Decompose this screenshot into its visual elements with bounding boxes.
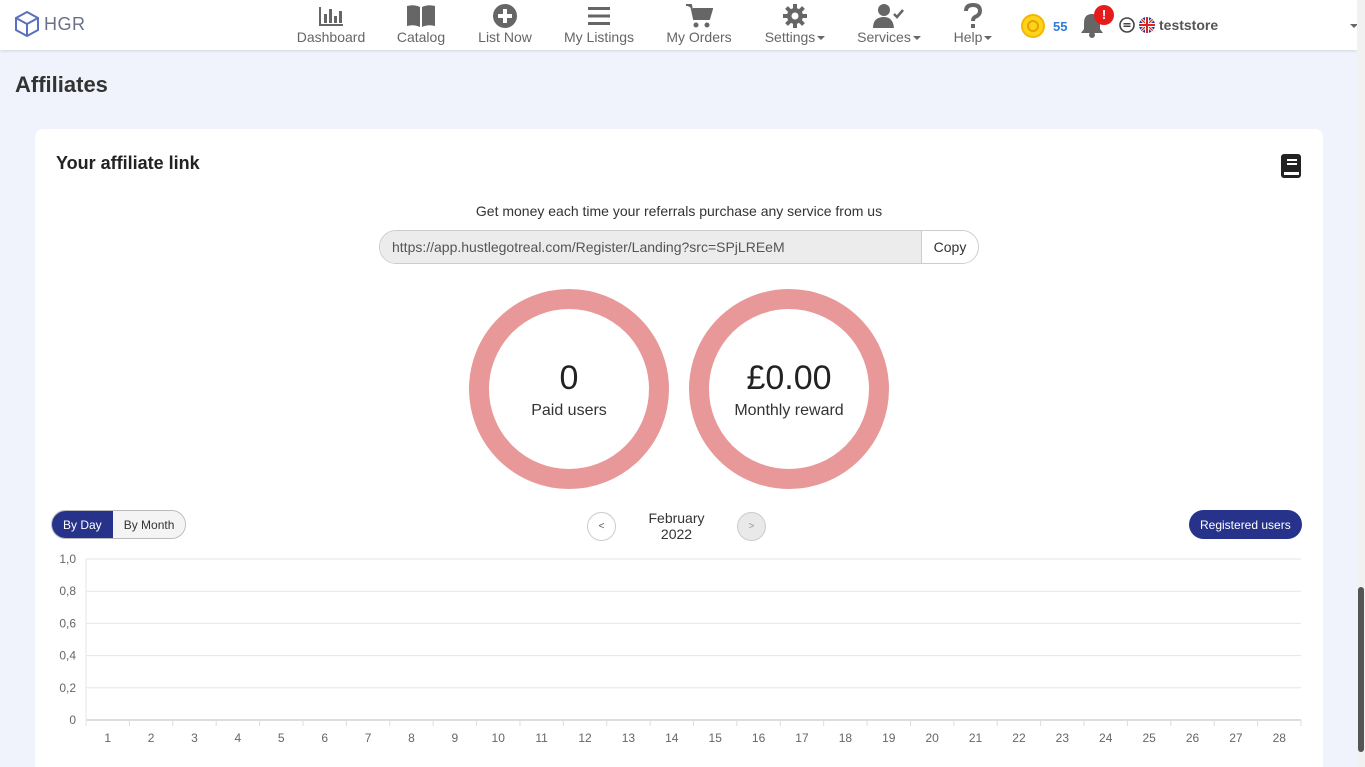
user-menu[interactable]: teststore	[1119, 17, 1218, 33]
y-tick-label: 0	[69, 713, 76, 727]
nav-list-now[interactable]: List Now	[476, 2, 534, 48]
x-tick-label: 20	[925, 731, 939, 745]
top-navbar: HGR Dashboard Catalog List Now My Listin…	[0, 0, 1358, 50]
nav-label: Dashboard	[296, 29, 366, 45]
period-toggle: By Day By Month	[51, 510, 187, 539]
x-tick-label: 18	[839, 731, 853, 745]
x-tick-label: 26	[1186, 731, 1200, 745]
x-tick-label: 2	[148, 731, 155, 745]
caret-down-icon	[984, 36, 993, 41]
card-title: Your affiliate link	[56, 153, 200, 173]
plus-circle-icon	[493, 3, 517, 28]
affiliate-tagline: Get money each time your referrals purch…	[475, 203, 883, 219]
x-tick-label: 12	[578, 731, 592, 745]
cart-icon	[686, 3, 713, 27]
x-tick-label: 8	[408, 731, 415, 745]
nav-catalog[interactable]: Catalog	[396, 2, 446, 48]
nav-label: List Now	[478, 29, 532, 45]
nav-my-orders[interactable]: My Orders	[664, 2, 734, 48]
affiliate-card: Your affiliate link Get money each time …	[35, 129, 1323, 767]
nav-label: Settings	[765, 29, 826, 45]
x-tick-label: 19	[882, 731, 896, 745]
y-tick-label: 0,8	[59, 584, 76, 598]
x-tick-label: 27	[1229, 731, 1243, 745]
x-tick-label: 1	[104, 731, 111, 745]
x-tick-label: 24	[1099, 731, 1113, 745]
affiliate-link-group: Copy	[379, 230, 979, 264]
x-tick-label: 25	[1142, 731, 1156, 745]
monthly-reward-value: £0.00	[746, 359, 832, 397]
nav-my-listings[interactable]: My Listings	[563, 2, 635, 48]
nav-label: Catalog	[396, 29, 446, 45]
x-tick-label: 23	[1056, 731, 1070, 745]
registrations-chart: 00,20,40,60,81,01 2 3 4 5 6 7 8 9 10 11 12 13 14 15 16 1…	[59, 552, 1302, 745]
x-tick-label: 10	[492, 731, 506, 745]
uk-flag-icon	[1139, 17, 1155, 33]
x-tick-label: 4	[235, 731, 242, 745]
month-label: February 2022	[648, 510, 705, 542]
nav-label: My Orders	[666, 29, 732, 45]
paid-users-ring: 0 Paid users	[469, 289, 669, 489]
paid-users-label: Paid users	[531, 402, 607, 419]
coin-balance[interactable]: 55	[1021, 14, 1067, 38]
question-icon	[964, 2, 983, 28]
month-navigator: < February 2022 >	[587, 510, 766, 542]
y-tick-label: 0,4	[59, 649, 76, 663]
nav-settings[interactable]: Settings	[763, 2, 827, 48]
x-tick-label: 17	[795, 731, 809, 745]
user-check-icon	[873, 3, 904, 28]
y-tick-label: 0,2	[59, 681, 76, 695]
nav-label: Help	[954, 29, 993, 45]
page-scrollbar[interactable]	[1357, 0, 1365, 767]
monthly-reward-label: Monthly reward	[734, 402, 844, 419]
x-tick-label: 15	[709, 731, 723, 745]
currency-icon	[1119, 17, 1135, 33]
x-tick-label: 6	[321, 731, 328, 745]
x-tick-label: 11	[535, 731, 548, 745]
next-month-button[interactable]: >	[737, 511, 766, 541]
caret-down-icon	[817, 36, 826, 41]
prev-month-button[interactable]: <	[587, 511, 616, 541]
x-tick-label: 14	[665, 731, 679, 745]
nav-label: Services	[857, 29, 921, 45]
x-tick-label: 7	[365, 731, 372, 745]
registered-users-button[interactable]: Registered users	[1189, 510, 1302, 539]
x-tick-label: 21	[969, 731, 983, 745]
coin-icon	[1021, 14, 1045, 38]
page-title: Affiliates	[15, 72, 108, 97]
nav-help[interactable]: Help	[952, 2, 994, 48]
brand-name: HGR	[44, 13, 86, 34]
nav-services[interactable]: Services	[856, 2, 922, 48]
x-tick-label: 16	[752, 731, 766, 745]
x-tick-label: 22	[1012, 731, 1026, 745]
x-tick-label: 13	[622, 731, 636, 745]
cube-icon	[15, 10, 39, 38]
book-open-icon	[407, 4, 435, 27]
bar-chart-icon	[319, 6, 343, 26]
by-day-button[interactable]: By Day	[52, 511, 113, 538]
list-icon	[588, 6, 610, 25]
notifications-button[interactable]: !	[1080, 5, 1114, 43]
nav-label: My Listings	[563, 29, 635, 45]
x-tick-label: 3	[191, 731, 198, 745]
copy-button[interactable]: Copy	[921, 231, 978, 263]
paid-users-value: 0	[559, 359, 579, 397]
username: teststore	[1159, 17, 1219, 33]
notification-badge: !	[1094, 5, 1114, 25]
y-tick-label: 0,6	[59, 616, 76, 630]
y-tick-label: 1,0	[59, 552, 76, 566]
monthly-reward-ring: £0.00 Monthly reward	[689, 289, 889, 489]
brand-logo[interactable]: HGR	[14, 10, 86, 38]
gear-icon	[783, 3, 807, 28]
nav-dashboard[interactable]: Dashboard	[296, 2, 366, 48]
x-tick-label: 9	[451, 731, 458, 745]
scrollbar-thumb[interactable]	[1358, 587, 1364, 752]
caret-down-icon	[912, 36, 921, 41]
coin-count: 55	[1053, 18, 1068, 34]
x-tick-label: 5	[278, 731, 285, 745]
affiliate-link-input[interactable]	[380, 231, 921, 263]
x-tick-label: 28	[1273, 731, 1287, 745]
book-icon[interactable]	[1280, 153, 1302, 184]
by-month-button[interactable]: By Month	[112, 511, 186, 538]
